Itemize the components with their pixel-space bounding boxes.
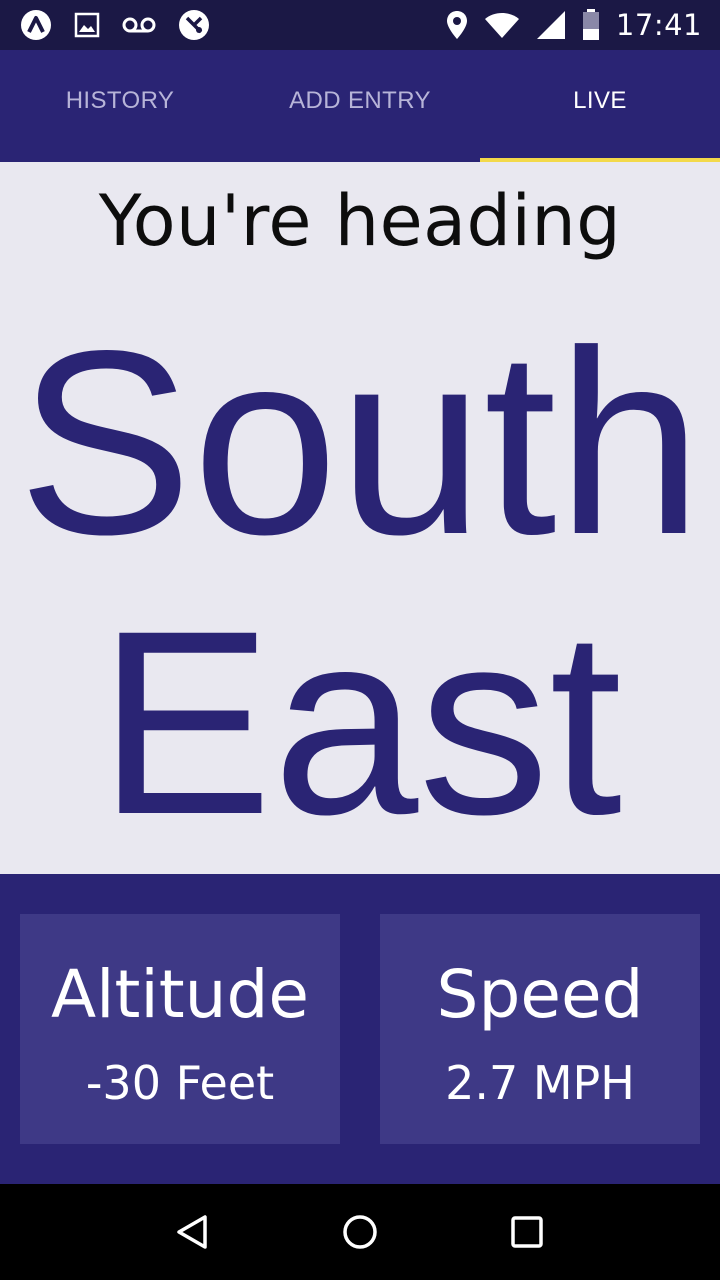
battery-icon [582,9,600,41]
speed-value: 2.7 MPH [445,1056,635,1110]
tab-bar: HISTORY ADD ENTRY LIVE [0,50,720,162]
tab-history-label: HISTORY [65,87,175,114]
recents-button[interactable] [497,1202,557,1262]
status-time: 17:41 [615,8,702,42]
altitude-title: Altitude [51,956,309,1033]
status-right-icons: 17:41 [430,8,702,42]
wifi-icon [484,11,520,39]
back-button[interactable] [163,1202,223,1262]
recents-icon [510,1216,543,1248]
speed-card: Speed 2.7 MPH [380,914,700,1144]
navigation-bar [0,1184,720,1280]
direction-line-2: East [97,576,623,869]
altitude-card: Altitude -30 Feet [20,914,340,1144]
tab-history[interactable]: HISTORY [0,50,240,162]
voicemail-icon [122,15,156,35]
altitude-value: -30 Feet [85,1056,275,1110]
speed-title: Speed [436,956,644,1033]
signal-icon [536,10,566,40]
tab-add-entry[interactable]: ADD ENTRY [240,50,480,162]
status-left-icons [20,9,232,41]
stats-panel: Altitude -30 Feet Speed 2.7 MPH [0,874,720,1184]
tab-live[interactable]: LIVE [480,50,720,162]
no-sim-icon [178,9,210,41]
home-button[interactable] [330,1202,390,1262]
heading-panel: You're heading South East [0,162,720,874]
home-icon [343,1215,377,1249]
direction-line-1: South [17,296,703,589]
image-icon [74,12,100,38]
heading-label: You're heading [98,180,622,262]
tab-live-label: LIVE [573,87,627,114]
back-icon [177,1215,208,1249]
tab-add-entry-label: ADD ENTRY [289,87,431,114]
app-logo-icon [20,9,52,41]
status-bar: 17:41 [0,0,720,50]
location-icon [446,10,468,40]
